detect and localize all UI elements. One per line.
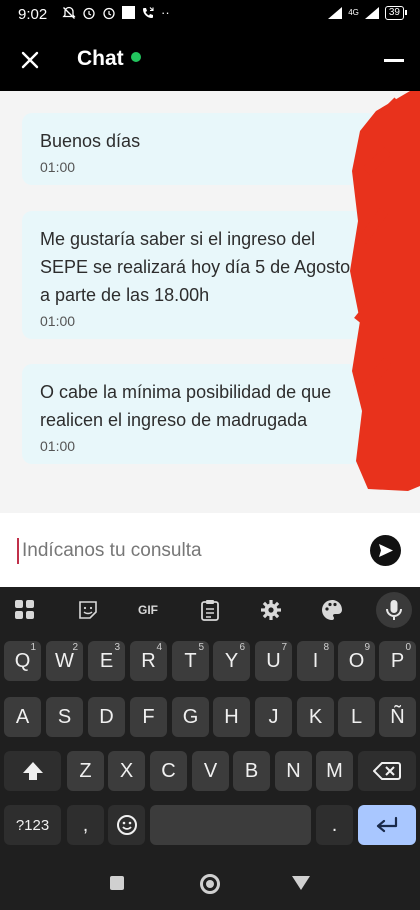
- message-bubble: Me gustaría saber si el ingreso del SEPE…: [22, 211, 377, 339]
- emoji-key[interactable]: [108, 805, 145, 845]
- key-z[interactable]: Z: [67, 751, 104, 791]
- settings-gear-icon[interactable]: [259, 598, 283, 622]
- cell-signal-icon-2: [364, 7, 379, 19]
- message-text: Buenos días: [40, 131, 141, 151]
- space-key[interactable]: [150, 805, 311, 845]
- key-e[interactable]: E3: [88, 641, 125, 681]
- theme-palette-icon[interactable]: [320, 598, 344, 622]
- key-t[interactable]: T5: [172, 641, 209, 681]
- apps-grid-icon[interactable]: [13, 598, 37, 622]
- call-forward-icon: [143, 6, 154, 18]
- key-w[interactable]: W2: [46, 641, 83, 681]
- key-n[interactable]: N: [275, 751, 312, 791]
- key-a[interactable]: A: [4, 697, 41, 737]
- key-b[interactable]: B: [233, 751, 270, 791]
- enter-key[interactable]: [358, 805, 416, 845]
- status-bar: 9:02 ·· 4G 39: [0, 0, 420, 30]
- message-time: 01:00: [40, 313, 76, 329]
- notifications-off-icon: [62, 6, 76, 19]
- sticker-icon[interactable]: [76, 598, 100, 622]
- key-d[interactable]: D: [88, 697, 125, 737]
- key-k[interactable]: K: [297, 697, 334, 737]
- battery-icon: 39: [384, 6, 408, 20]
- system-nav-bar: [0, 855, 420, 910]
- chat-title: Chat: [77, 47, 124, 70]
- key-q[interactable]: Q1: [4, 641, 41, 681]
- key-n-tilde[interactable]: Ñ: [379, 697, 416, 737]
- voice-input-button[interactable]: [376, 592, 412, 628]
- keyboard-toolbar: GIF: [0, 587, 420, 633]
- send-button[interactable]: [370, 535, 401, 566]
- symbols-key[interactable]: ?123: [4, 805, 61, 845]
- enter-icon: [376, 816, 398, 833]
- clipboard-icon[interactable]: [198, 598, 222, 622]
- key-c[interactable]: C: [150, 751, 187, 791]
- text-cursor: [17, 538, 19, 564]
- shift-key[interactable]: [4, 751, 61, 791]
- backspace-icon: [373, 762, 401, 780]
- message-time: 01:00: [40, 438, 76, 454]
- key-x[interactable]: X: [108, 751, 145, 791]
- close-icon[interactable]: [18, 48, 42, 72]
- online-status-dot: [131, 52, 141, 62]
- status-notification-icons: ··: [62, 5, 170, 20]
- key-r[interactable]: R4: [130, 641, 167, 681]
- gif-button[interactable]: GIF: [134, 598, 162, 622]
- key-h[interactable]: H: [213, 697, 250, 737]
- status-more: ··: [161, 5, 170, 20]
- send-icon: [379, 544, 393, 557]
- message-text: O cabe la mínima posibilidad de que real…: [40, 382, 332, 430]
- key-f[interactable]: F: [130, 697, 167, 737]
- message-bubble: Buenos días 01:00: [22, 113, 377, 185]
- key-u[interactable]: U7: [255, 641, 292, 681]
- home-button[interactable]: [200, 874, 220, 894]
- message-time: 01:00: [40, 159, 76, 175]
- message-input-bar: Indícanos tu consulta: [0, 513, 420, 587]
- chat-header: Chat: [0, 30, 420, 91]
- message-bubble: O cabe la mínima posibilidad de que real…: [22, 364, 377, 464]
- backspace-key[interactable]: [358, 751, 416, 791]
- network-type: 4G: [348, 8, 359, 17]
- period-key[interactable]: .: [316, 805, 353, 845]
- app-notification-icon: [122, 6, 135, 19]
- shift-icon: [22, 762, 43, 780]
- key-i[interactable]: I8: [297, 641, 334, 681]
- key-g[interactable]: G: [172, 697, 209, 737]
- key-m[interactable]: M: [316, 751, 353, 791]
- comma-key[interactable]: ,: [67, 805, 104, 845]
- alarm-icon-2: [103, 7, 115, 19]
- key-p[interactable]: P0: [379, 641, 416, 681]
- key-o[interactable]: O9: [338, 641, 375, 681]
- key-j[interactable]: J: [255, 697, 292, 737]
- key-y[interactable]: Y6: [213, 641, 250, 681]
- cell-signal-icon: [328, 7, 343, 19]
- emoji-icon: [116, 815, 137, 835]
- microphone-icon: [386, 600, 402, 620]
- redaction-scribble: [350, 91, 420, 491]
- alarm-icon: [83, 7, 95, 19]
- status-system-icons: 4G 39: [328, 6, 408, 20]
- key-l[interactable]: L: [338, 697, 375, 737]
- minimize-button[interactable]: [384, 59, 404, 62]
- keyboard: GIF Q1 W2 E3 R4 T5 Y6 U7 I8 O9 P0 A S D …: [0, 587, 420, 855]
- status-time: 9:02: [18, 6, 48, 23]
- key-v[interactable]: V: [192, 751, 229, 791]
- message-text: Me gustaría saber si el ingreso del SEPE…: [40, 229, 356, 305]
- back-button[interactable]: [292, 876, 310, 890]
- recents-button[interactable]: [110, 876, 124, 890]
- message-input[interactable]: Indícanos tu consulta: [22, 540, 202, 562]
- key-s[interactable]: S: [46, 697, 83, 737]
